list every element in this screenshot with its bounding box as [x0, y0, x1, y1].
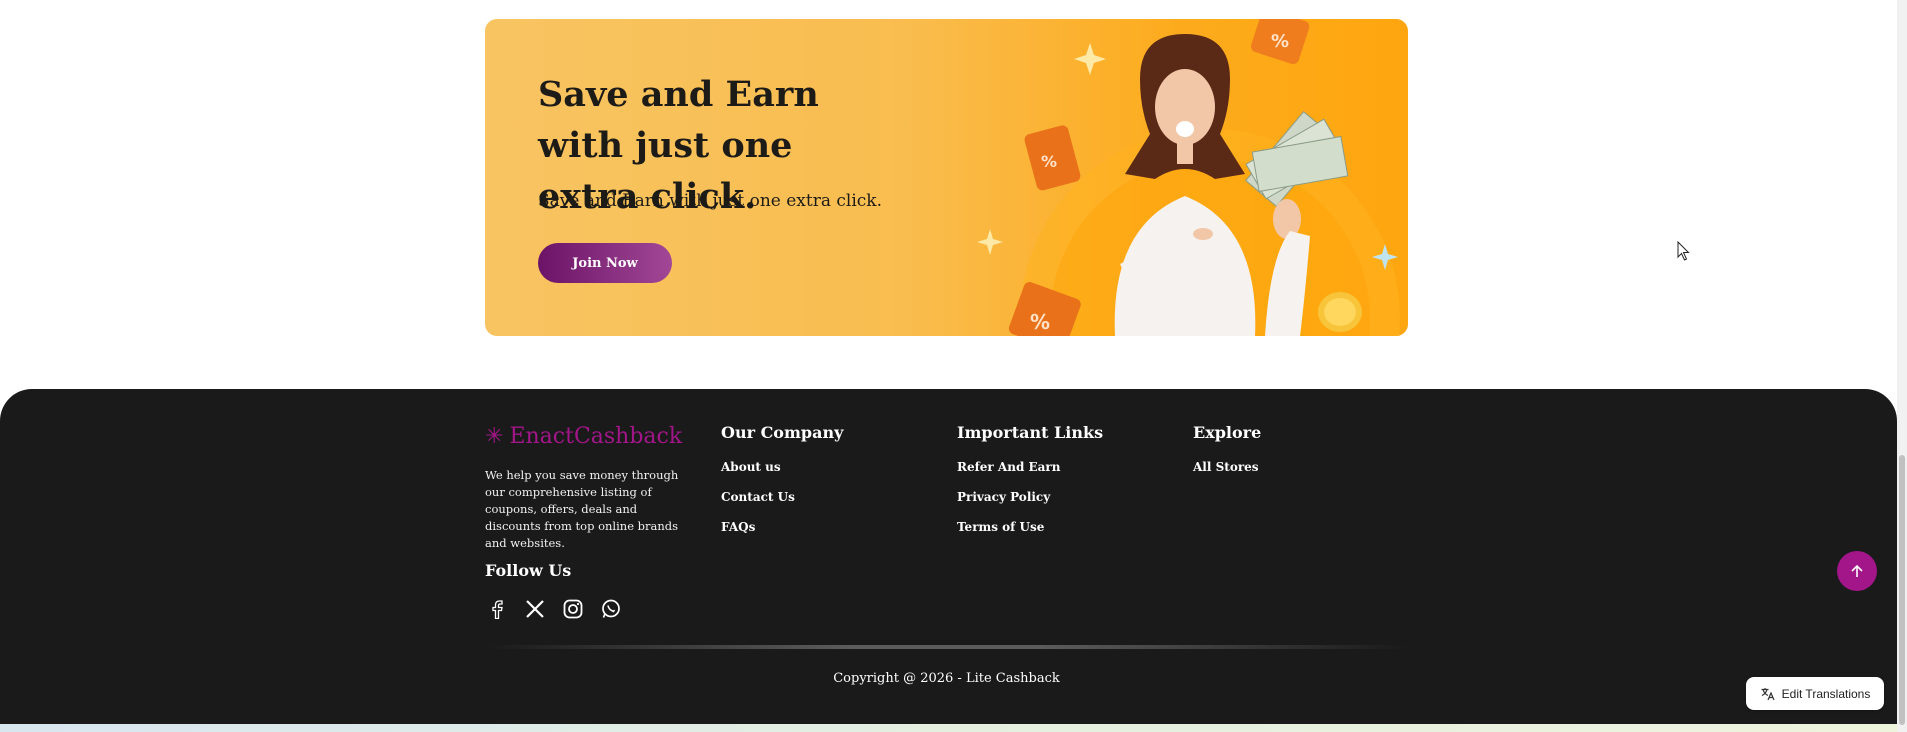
bottom-strip: [0, 724, 1897, 732]
footer-column-our-company: Our Company About us Contact Us FAQs: [721, 423, 843, 550]
refer-and-earn-link[interactable]: Refer And Earn: [957, 460, 1103, 474]
privacy-policy-link[interactable]: Privacy Policy: [957, 490, 1103, 504]
svg-text:%: %: [1030, 310, 1050, 334]
arrow-up-icon: [1851, 564, 1863, 577]
social-links: [485, 597, 623, 621]
footer-column-important-links: Important Links Refer And Earn Privacy P…: [957, 423, 1103, 550]
scroll-to-top-button[interactable]: [1837, 551, 1877, 591]
footer-divider: [485, 645, 1408, 649]
coupon-icon: %: [1250, 19, 1310, 65]
svg-text:%: %: [1041, 152, 1057, 171]
contact-us-link[interactable]: Contact Us: [721, 490, 843, 504]
translate-icon: [1761, 687, 1775, 700]
svg-text:%: %: [1271, 31, 1289, 52]
x-icon[interactable]: [523, 597, 547, 621]
column-title: Explore: [1193, 423, 1262, 442]
brand-name: EnactCashback: [509, 424, 683, 449]
column-title: Important Links: [957, 423, 1104, 442]
asterisk-logo-icon: ✳: [485, 424, 504, 449]
faqs-link[interactable]: FAQs: [721, 520, 843, 534]
edit-translations-button[interactable]: Edit Translations: [1746, 677, 1884, 710]
promo-banner: Save and Earn with just one extra click.…: [485, 19, 1408, 336]
column-title: Our Company: [721, 423, 844, 442]
join-now-button[interactable]: Join Now: [538, 243, 672, 283]
mouse-cursor-icon: [1677, 241, 1690, 261]
copyright-text: Copyright @ 2026 - Lite Cashback: [833, 671, 1060, 686]
terms-of-use-link[interactable]: Terms of Use: [957, 520, 1103, 534]
hero-illustration: % % %: [977, 19, 1400, 336]
site-footer: ✳ EnactCashback We help you save money t…: [0, 389, 1897, 732]
all-stores-link[interactable]: All Stores: [1193, 460, 1261, 474]
facebook-icon[interactable]: [485, 597, 509, 621]
footer-column-explore: Explore All Stores: [1193, 423, 1261, 490]
whatsapp-icon[interactable]: [599, 597, 623, 621]
footer-description: We help you save money through our compr…: [485, 468, 679, 550]
instagram-icon[interactable]: [561, 597, 585, 621]
footer-logo[interactable]: ✳ EnactCashback: [485, 424, 682, 449]
edit-translations-label: Edit Translations: [1781, 686, 1871, 701]
scrollbar-thumb[interactable]: [1899, 455, 1905, 725]
about-us-link[interactable]: About us: [721, 460, 843, 474]
follow-us-heading: Follow Us: [485, 561, 572, 580]
banner-subtitle: Save and Earn with just one extra click.: [538, 191, 883, 211]
